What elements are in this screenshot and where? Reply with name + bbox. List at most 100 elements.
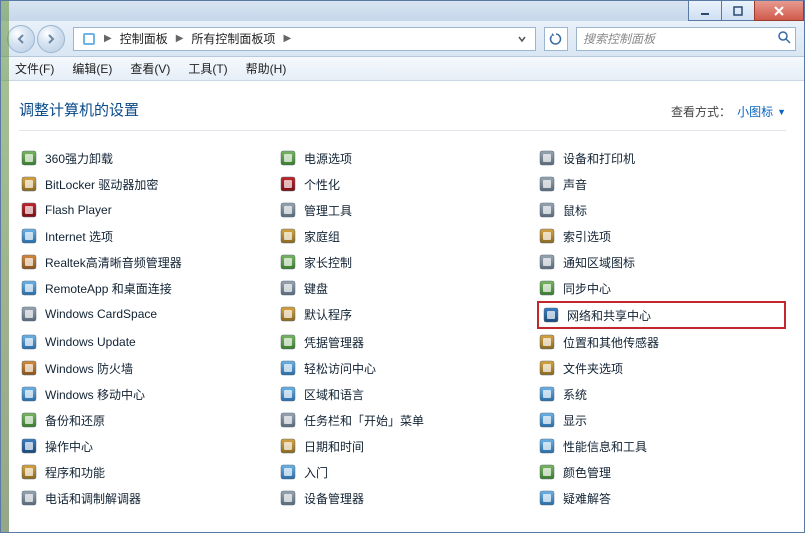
breadcrumb-root[interactable] xyxy=(78,32,100,46)
address-bar-row: ▶ 控制面板 ▶ 所有控制面板项 ▶ xyxy=(1,21,804,57)
cpl-item-system[interactable]: 系统 xyxy=(537,381,786,407)
cpl-item-remote[interactable]: RemoteApp 和桌面连接 xyxy=(19,275,268,301)
menu-help[interactable]: 帮助(H) xyxy=(238,57,295,80)
backup-icon xyxy=(21,412,37,428)
cpl-item-label: 操作中心 xyxy=(45,438,93,455)
view-by-selector: 查看方式： 小图标 ▼ xyxy=(671,103,786,120)
cpl-item-flag[interactable]: 操作中心 xyxy=(19,433,268,459)
cpl-item-default[interactable]: 默认程序 xyxy=(278,301,527,327)
menu-file[interactable]: 文件(F) xyxy=(7,57,62,80)
control-panel-window: ▶ 控制面板 ▶ 所有控制面板项 ▶ 文件(F) 编辑(E) 查看(V) 工具(… xyxy=(0,0,805,533)
cpl-item-perf[interactable]: 性能信息和工具 xyxy=(537,433,786,459)
cpl-item-label: 文件夹选项 xyxy=(563,360,623,377)
cpl-item-label: 显示 xyxy=(563,412,587,429)
cpl-item-ease[interactable]: 轻松访问中心 xyxy=(278,355,527,381)
cpl-item-label: 电话和调制解调器 xyxy=(45,490,141,507)
cpl-item-network[interactable]: 网络和共享中心 xyxy=(537,301,786,329)
cpl-item-label: 轻松访问中心 xyxy=(304,360,376,377)
cpl-item-firewall[interactable]: Windows 防火墙 xyxy=(19,355,268,381)
cpl-item-keyboard[interactable]: 键盘 xyxy=(278,275,527,301)
cpl-item-clock[interactable]: 日期和时间 xyxy=(278,433,527,459)
cpl-item-devmgr[interactable]: 设备管理器 xyxy=(278,485,527,511)
cpl-item-getting[interactable]: 入门 xyxy=(278,459,527,485)
card-icon xyxy=(21,306,37,322)
cpl-item-label: 家长控制 xyxy=(304,254,352,271)
search-input[interactable] xyxy=(581,31,777,47)
cpl-item-display[interactable]: 显示 xyxy=(537,407,786,433)
cpl-item-label: 区域和语言 xyxy=(304,386,364,403)
view-by-dropdown[interactable]: 小图标 ▼ xyxy=(737,103,786,120)
close-button[interactable] xyxy=(754,1,804,21)
breadcrumb-dropdown[interactable] xyxy=(513,28,531,50)
cpl-item-lock[interactable]: BitLocker 驱动器加密 xyxy=(19,171,268,197)
breadcrumb-seg-control-panel[interactable]: 控制面板 xyxy=(116,30,172,47)
cpl-item-update[interactable]: Windows Update xyxy=(19,329,268,355)
cpl-item-location[interactable]: 位置和其他传感器 xyxy=(537,329,786,355)
cpl-item-label: 性能信息和工具 xyxy=(563,438,647,455)
maximize-button[interactable] xyxy=(721,1,755,21)
cpl-item-admin[interactable]: 管理工具 xyxy=(278,197,527,223)
cpl-item-sound[interactable]: 声音 xyxy=(537,171,786,197)
cpl-item-mobility[interactable]: Windows 移动中心 xyxy=(19,381,268,407)
cpl-item-label: 颜色管理 xyxy=(563,464,611,481)
menu-tools[interactable]: 工具(T) xyxy=(180,57,235,80)
menu-bar: 文件(F) 编辑(E) 查看(V) 工具(T) 帮助(H) xyxy=(1,57,804,81)
cpl-item-label: 疑难解答 xyxy=(563,490,611,507)
cpl-item-region[interactable]: 区域和语言 xyxy=(278,381,527,407)
forward-button[interactable] xyxy=(37,25,65,53)
search-box[interactable] xyxy=(576,27,796,51)
cpl-item-uninstall[interactable]: 360强力卸载 xyxy=(19,145,268,171)
devmgr-icon xyxy=(280,490,296,506)
cpl-item-phone[interactable]: 电话和调制解调器 xyxy=(19,485,268,511)
cpl-item-color[interactable]: 颜色管理 xyxy=(537,459,786,485)
printer-icon xyxy=(539,150,555,166)
cpl-item-printer[interactable]: 设备和打印机 xyxy=(537,145,786,171)
cpl-item-label: 键盘 xyxy=(304,280,328,297)
cpl-item-label: 电源选项 xyxy=(304,150,352,167)
menu-view[interactable]: 查看(V) xyxy=(122,57,178,80)
minimize-button[interactable] xyxy=(688,1,722,21)
cpl-item-card[interactable]: Windows CardSpace xyxy=(19,301,268,327)
cpl-item-label: 凭据管理器 xyxy=(304,334,364,351)
trouble-icon xyxy=(539,490,555,506)
titlebar xyxy=(1,1,804,21)
network-icon xyxy=(543,307,559,323)
cpl-item-index[interactable]: 索引选项 xyxy=(537,223,786,249)
cpl-item-tray[interactable]: 通知区域图标 xyxy=(537,249,786,275)
chevron-down-icon xyxy=(518,35,526,43)
default-icon xyxy=(280,306,296,322)
back-button[interactable] xyxy=(7,25,35,53)
cpl-item-backup[interactable]: 备份和还原 xyxy=(19,407,268,433)
refresh-button[interactable] xyxy=(544,27,568,51)
cpl-item-personal[interactable]: 个性化 xyxy=(278,171,527,197)
cpl-item-parental[interactable]: 家长控制 xyxy=(278,249,527,275)
cpl-item-label: 位置和其他传感器 xyxy=(563,334,659,351)
index-icon xyxy=(539,228,555,244)
cpl-item-label: 360强力卸载 xyxy=(45,150,113,167)
programs-icon xyxy=(21,464,37,480)
cpl-item-flash[interactable]: Flash Player xyxy=(19,197,268,223)
cred-icon xyxy=(280,334,296,350)
cpl-item-audio[interactable]: Realtek高清晰音频管理器 xyxy=(19,249,268,275)
cpl-item-cred[interactable]: 凭据管理器 xyxy=(278,329,527,355)
phone-icon xyxy=(21,490,37,506)
cpl-item-label: 家庭组 xyxy=(304,228,340,245)
homegroup-icon xyxy=(280,228,296,244)
cpl-item-globe[interactable]: Internet 选项 xyxy=(19,223,268,249)
cpl-item-trouble[interactable]: 疑难解答 xyxy=(537,485,786,511)
cpl-item-homegroup[interactable]: 家庭组 xyxy=(278,223,527,249)
cpl-item-taskbar[interactable]: 任务栏和「开始」菜单 xyxy=(278,407,527,433)
cpl-item-mouse[interactable]: 鼠标 xyxy=(537,197,786,223)
cpl-item-folder[interactable]: 文件夹选项 xyxy=(537,355,786,381)
personal-icon xyxy=(280,176,296,192)
cpl-item-sync[interactable]: 同步中心 xyxy=(537,275,786,301)
breadcrumb-seg-all-items[interactable]: 所有控制面板项 xyxy=(187,30,279,47)
cpl-item-label: Windows 防火墙 xyxy=(45,360,133,377)
client-area: 调整计算机的设置 查看方式： 小图标 ▼ 360强力卸载 电源选项 xyxy=(1,81,804,532)
cpl-item-programs[interactable]: 程序和功能 xyxy=(19,459,268,485)
search-icon[interactable] xyxy=(777,30,791,47)
breadcrumb-bar[interactable]: ▶ 控制面板 ▶ 所有控制面板项 ▶ xyxy=(73,27,536,51)
menu-edit[interactable]: 编辑(E) xyxy=(64,57,120,80)
forward-arrow-icon xyxy=(45,33,57,45)
cpl-item-power[interactable]: 电源选项 xyxy=(278,145,527,171)
